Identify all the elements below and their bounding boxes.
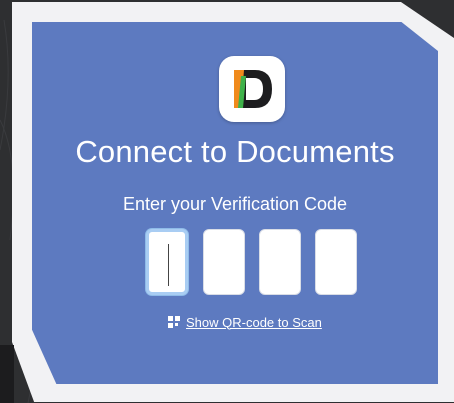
qr-link-label: Show QR-code to Scan <box>186 314 322 330</box>
text-caret <box>168 244 169 286</box>
dialog-title: Connect to Documents <box>75 134 395 169</box>
documents-app-logo-icon <box>219 56 285 122</box>
verification-prompt: Enter your Verification Code <box>122 194 348 214</box>
code-digit-2-input[interactable] <box>203 229 245 295</box>
code-digit-3-input[interactable] <box>259 229 301 295</box>
code-digit-4-input[interactable] <box>315 229 357 295</box>
show-qr-code-link[interactable]: Show QR-code to Scan <box>168 314 322 330</box>
verification-code-inputs <box>146 229 360 295</box>
code-digit-1-input[interactable] <box>146 229 188 295</box>
qr-code-icon <box>168 316 180 328</box>
corner-element <box>0 345 14 403</box>
